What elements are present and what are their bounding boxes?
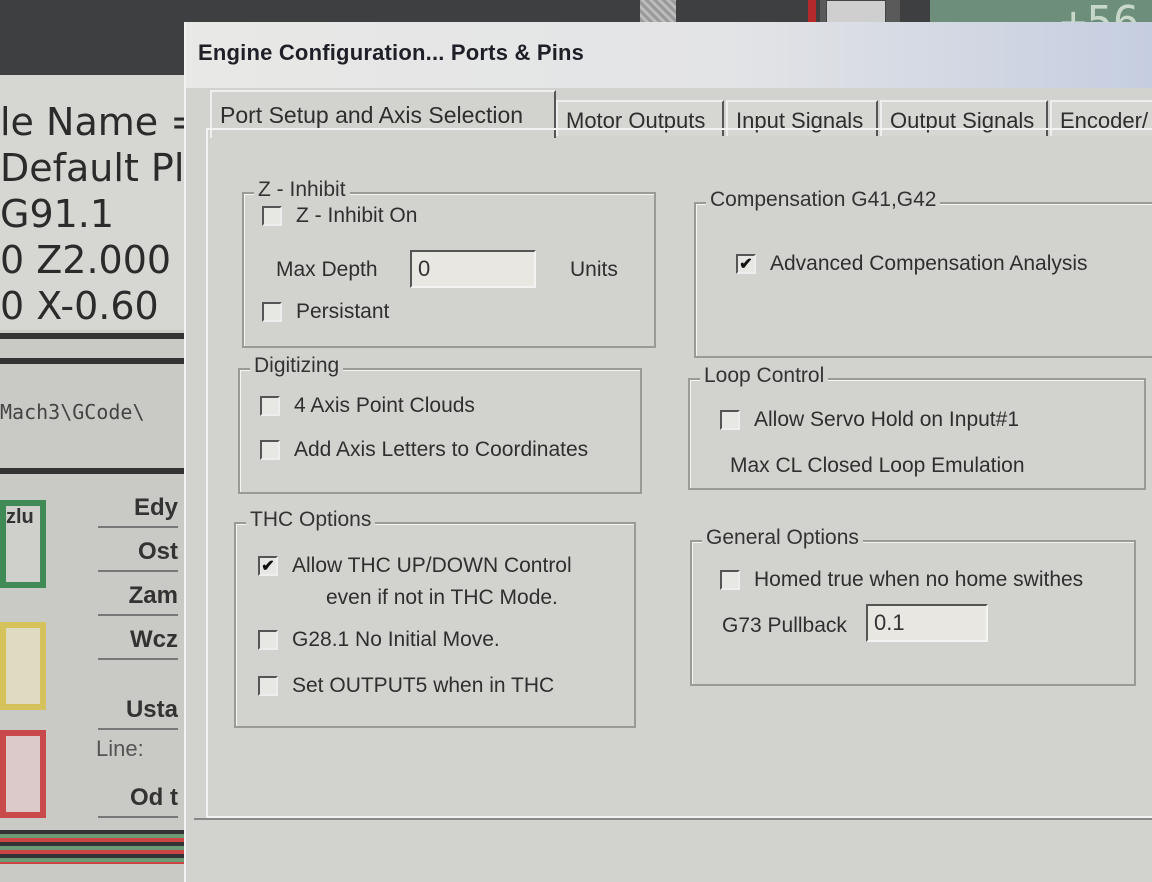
- file-path-text: Mach3\GCode\: [0, 400, 145, 424]
- z-inhibit-group: Z - Inhibit Z - Inhibit On Max Depth 0 U…: [242, 178, 656, 348]
- checkbox-label: Allow THC UP/DOWN Control: [292, 554, 572, 577]
- red-stop-button[interactable]: [0, 730, 46, 818]
- dialog-title: Engine Configuration... Ports & Pins: [198, 40, 585, 65]
- checkbox-label: Add Axis Letters to Coordinates: [294, 438, 589, 461]
- green-cycle-button[interactable]: zlu: [0, 500, 46, 588]
- z-inhibit-on-checkbox[interactable]: Z - Inhibit On: [262, 204, 417, 228]
- checkbox-label: Z - Inhibit On: [296, 204, 418, 227]
- z-inhibit-legend: Z - Inhibit: [254, 178, 350, 202]
- divider: [0, 333, 186, 339]
- gcode-line: Default Pla: [0, 146, 208, 190]
- checkbox-box[interactable]: ✔: [736, 254, 756, 274]
- side-button[interactable]: Od t: [98, 784, 178, 818]
- thc-options-legend: THC Options: [246, 508, 376, 532]
- point-clouds-checkbox[interactable]: 4 Axis Point Clouds: [260, 394, 475, 418]
- checkbox-label: Homed true when no home swithes: [754, 568, 1084, 591]
- check-mark-icon: ✔: [739, 256, 753, 273]
- side-button[interactable]: Usta: [98, 696, 178, 730]
- max-depth-label: Max Depth: [276, 258, 378, 281]
- servo-hold-checkbox[interactable]: Allow Servo Hold on Input#1: [720, 408, 1019, 432]
- dialog-title-bar[interactable]: Engine Configuration... Ports & Pins: [186, 22, 1152, 88]
- checkbox-box[interactable]: [262, 206, 282, 226]
- checkbox-box[interactable]: [720, 410, 740, 430]
- side-button[interactable]: Wcz: [98, 626, 178, 660]
- g73-pullback-label: G73 Pullback: [722, 614, 847, 637]
- advanced-compensation-checkbox[interactable]: ✔ Advanced Compensation Analysis: [736, 252, 1088, 276]
- side-button[interactable]: Ost: [98, 538, 178, 572]
- compensation-group: Compensation G41,G42 ✔ Advanced Compensa…: [694, 188, 1152, 358]
- engine-configuration-dialog: Engine Configuration... Ports & Pins Por…: [184, 22, 1152, 882]
- dialog-bottom-separator: [194, 818, 1152, 820]
- gcode-line: 0 Z2.000: [0, 238, 172, 282]
- checkbox-label: Persistant: [296, 300, 390, 323]
- units-label: Units: [570, 258, 618, 281]
- checkbox-label: Advanced Compensation Analysis: [770, 252, 1088, 275]
- allow-thc-label-line2: even if not in THC Mode.: [326, 586, 558, 609]
- loop-control-legend: Loop Control: [700, 364, 829, 388]
- general-options-group: General Options Homed true when no home …: [690, 526, 1136, 686]
- persistant-checkbox[interactable]: Persistant: [262, 300, 389, 324]
- max-cl-text: Max CL Closed Loop Emulation: [730, 454, 1025, 477]
- checkbox-label: 4 Axis Point Clouds: [294, 394, 475, 417]
- digitizing-group: Digitizing 4 Axis Point Clouds Add Axis …: [238, 354, 642, 494]
- side-button[interactable]: Edy: [98, 494, 178, 528]
- thc-options-group: THC Options ✔ Allow THC UP/DOWN Control …: [234, 508, 636, 728]
- g28-1-checkbox[interactable]: G28.1 No Initial Move.: [258, 628, 500, 652]
- allow-thc-checkbox[interactable]: ✔ Allow THC UP/DOWN Control: [258, 554, 572, 578]
- check-mark-icon: ✔: [261, 558, 275, 575]
- g73-pullback-input[interactable]: 0.1: [866, 604, 988, 642]
- checkbox-box[interactable]: [258, 630, 278, 650]
- divider: [0, 468, 186, 474]
- side-button[interactable]: Zam: [98, 582, 178, 616]
- checkbox-box[interactable]: [258, 676, 278, 696]
- compensation-legend: Compensation G41,G42: [706, 188, 941, 212]
- max-depth-input[interactable]: 0: [410, 250, 536, 288]
- checkbox-box[interactable]: [260, 440, 280, 460]
- digitizing-legend: Digitizing: [250, 354, 344, 378]
- output5-checkbox[interactable]: Set OUTPUT5 when in THC: [258, 674, 554, 698]
- axis-letters-checkbox[interactable]: Add Axis Letters to Coordinates: [260, 438, 588, 462]
- yellow-feedhold-button[interactable]: [0, 622, 46, 710]
- checkbox-label: Set OUTPUT5 when in THC: [292, 674, 555, 697]
- checkbox-box[interactable]: [262, 302, 282, 322]
- checkbox-label: Allow Servo Hold on Input#1: [754, 408, 1019, 431]
- gcode-line: G91.1: [0, 192, 115, 236]
- checkbox-box[interactable]: ✔: [258, 556, 278, 576]
- homed-true-checkbox[interactable]: Homed true when no home swithes: [720, 568, 1083, 592]
- checkbox-box[interactable]: [720, 570, 740, 590]
- background-bottom-band: [0, 830, 186, 864]
- divider: [0, 358, 186, 364]
- loop-control-group: Loop Control Allow Servo Hold on Input#1…: [688, 364, 1146, 490]
- general-options-legend: General Options: [702, 526, 863, 550]
- gcode-line: 0 X-0.60: [0, 284, 159, 328]
- gcode-line: le Name =: [0, 100, 203, 144]
- checkbox-label: G28.1 No Initial Move.: [292, 628, 500, 651]
- checkbox-box[interactable]: [260, 396, 280, 416]
- line-label: Line:: [96, 736, 144, 761]
